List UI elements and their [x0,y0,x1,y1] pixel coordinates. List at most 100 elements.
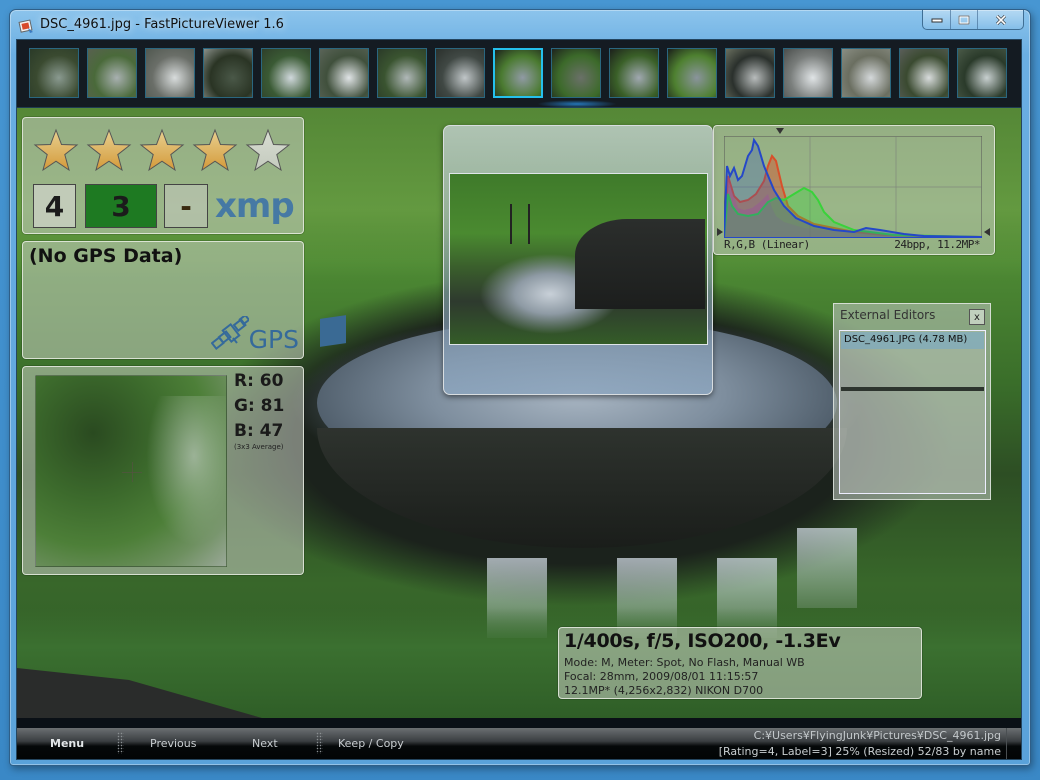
previous-button[interactable]: Previous [150,737,197,750]
exif-camera: 12.1MP* (4,256x2,832) NIKON D700 [564,684,764,697]
histogram-marker-top-icon[interactable] [776,128,784,134]
histogram-marker-left-icon[interactable] [717,228,723,236]
maximize-button[interactable] [950,10,977,29]
thumbnail-image [88,49,136,97]
green-value: G: 81 [234,396,285,416]
photo-sign [320,315,346,347]
photo-weir-wall [317,428,847,548]
app-window: DSC_4961.jpg - FastPictureViewer 1.6 4 3… [9,9,1031,766]
photo-waterfall [797,528,857,608]
histogram-info: 24bpp, 11.2MP* [894,238,980,251]
blue-value: B: 47 [234,421,284,441]
satellite-icon [210,316,249,351]
thumbnail-dam-spillway[interactable] [435,48,485,98]
navigator-preview[interactable] [443,125,713,395]
thumbnail-rapids[interactable] [145,48,195,98]
loupe-view[interactable] [35,375,227,567]
close-icon [995,14,1006,25]
thumbnail-image [668,49,716,97]
thumbnail-round-weir-far[interactable] [667,48,717,98]
histogram-chart [724,136,982,238]
crosshair-icon [132,462,133,482]
gps-status: (No GPS Data) [29,245,183,267]
thumbnail-weir-channel[interactable] [725,48,775,98]
thumbnail-image [30,49,78,97]
status-separator [1006,728,1007,759]
thumbnail-image [262,49,310,97]
star-filled-icon[interactable] [139,128,185,172]
preview-gate [510,204,530,244]
close-button[interactable] [977,10,1023,29]
thumbnail-dam-face[interactable] [899,48,949,98]
list-item[interactable]: DSC_4961.JPG (4.78 MB) [841,332,984,349]
external-editors-close-button[interactable]: x [969,309,985,325]
next-button[interactable]: Next [252,737,278,750]
histogram-marker-right-icon[interactable] [984,228,990,236]
thumbnail-image [610,49,658,97]
thumbnail-round-weir-gate[interactable] [551,48,601,98]
xmp-logo: xmp [215,186,295,226]
average-note: (3x3 Average) [234,443,284,451]
reject-box[interactable]: - [164,184,208,228]
histogram-blue-channel [724,137,982,238]
external-editors-panel: External Editors x DSC_4961.JPG (4.78 MB… [833,303,991,500]
external-editors-list[interactable]: DSC_4961.JPG (4.78 MB) [839,330,986,494]
file-path: C:¥Users¥FlyingJunk¥Pictures¥DSC_4961.jp… [753,729,1001,742]
keep-copy-button[interactable]: Keep / Copy [338,737,404,750]
color-label-box[interactable]: 3 [85,184,157,228]
thumbnail-strip [17,40,1021,108]
thumbnail-image [842,49,890,97]
list-divider [841,387,984,391]
menu-button[interactable]: Menu [50,737,84,750]
thumbnail-forest-stream[interactable] [203,48,253,98]
thumbnail-image [204,49,252,97]
caption-buttons [922,10,1024,30]
thumbnail-spillway-foam[interactable] [841,48,891,98]
app-icon [18,19,33,33]
window-title: DSC_4961.jpg - FastPictureViewer 1.6 [40,17,284,32]
maximize-icon [958,15,970,24]
title-bar[interactable]: DSC_4961.jpg - FastPictureViewer 1.6 [10,10,1030,40]
thumbnail-image [958,49,1006,97]
thumbnail-hidden[interactable] [957,48,1007,98]
exif-headline: 1/400s, f/5, ISO200, -1.3Ev [564,630,841,652]
grip-icon [316,732,323,754]
thumbnail-image [320,49,368,97]
color-picker-panel: R: 60 G: 81 B: 47 (3x3 Average) [22,366,304,575]
thumbnail-round-weir-close[interactable] [609,48,659,98]
minimize-icon [931,18,942,22]
thumbnail-waterfall-cliff[interactable] [29,48,79,98]
thumbnail-waterfall-twin[interactable] [261,48,311,98]
thumbnail-round-weir-overview[interactable] [493,48,543,98]
close-icon: x [974,311,980,323]
thumbnail-image [378,49,426,97]
thumbnail-stream-rocks[interactable] [87,48,137,98]
histogram-mode: R,G,B (Linear) [724,238,810,251]
minimize-button[interactable] [923,10,950,29]
star-filled-icon[interactable] [192,128,238,172]
star-empty-icon[interactable] [245,128,291,172]
thumbnail-image [146,49,194,97]
star-filled-icon[interactable] [86,128,132,172]
red-value: R: 60 [234,371,284,391]
rating-value-box[interactable]: 4 [33,184,76,228]
thumbnail-image [726,49,774,97]
thumbnail-image [784,49,832,97]
star-filled-icon[interactable] [33,128,79,172]
external-editors-title: External Editors [840,308,936,322]
selection-glow [537,100,617,108]
thumbnail-waterfall-wide[interactable] [319,48,369,98]
thumbnail-waterfall-side[interactable] [377,48,427,98]
client-area: 4 3 - xmp (No GPS Data) GPS R: 60 G: 81 … [16,39,1022,760]
thumbnail-image [495,50,541,96]
rating-panel: 4 3 - xmp [22,117,304,234]
thumbnail-image [436,49,484,97]
thumbnail-spillway-curve[interactable] [783,48,833,98]
preview-image[interactable] [449,173,708,345]
gps-logo: GPS [210,316,299,354]
bottom-toolbar: Menu Previous Next Keep / Copy C:¥Users¥… [17,728,1021,759]
exif-panel: 1/400s, f/5, ISO200, -1.3Ev Mode: M, Met… [558,627,922,699]
exif-focal-date: Focal: 28mm, 2009/08/01 11:15:57 [564,670,759,683]
gps-label: GPS [248,325,299,354]
histogram-panel: R,G,B (Linear) 24bpp, 11.2MP* [713,125,995,255]
